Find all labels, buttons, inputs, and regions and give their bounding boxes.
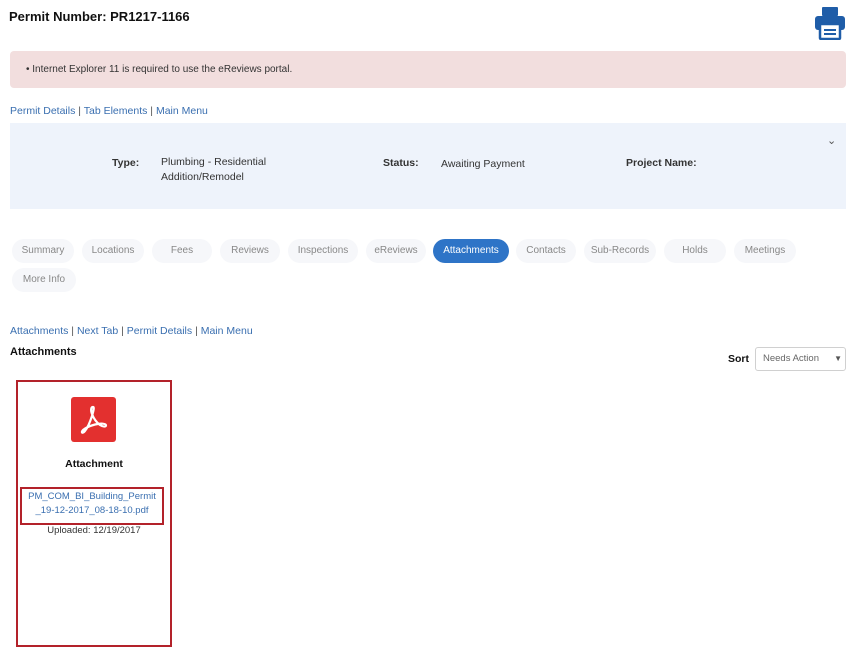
tab-more-info[interactable]: More Info	[12, 268, 76, 292]
type-value: Plumbing - Residential Addition/Remodel	[161, 156, 267, 183]
alert-text: • Internet Explorer 11 is required to us…	[26, 64, 293, 75]
section-heading: Attachments	[10, 346, 77, 358]
page-title: Permit Number: PR1217-1166	[9, 9, 190, 24]
tab-attachments[interactable]: Attachments	[433, 239, 509, 263]
breadcrumb-main-menu[interactable]: Main Menu	[201, 325, 253, 337]
breadcrumb-separator: |	[121, 325, 124, 337]
breadcrumb: Permit Details | Tab Elements | Main Men…	[10, 105, 208, 117]
sort-label: Sort	[728, 353, 749, 365]
breadcrumb-tab-elements[interactable]: Tab Elements	[84, 105, 148, 117]
breadcrumb-separator: |	[150, 105, 154, 117]
pdf-icon[interactable]	[71, 397, 116, 442]
breadcrumb-separator: |	[78, 105, 82, 117]
tab-reviews[interactable]: Reviews	[220, 239, 280, 263]
tab-holds[interactable]: Holds	[664, 239, 726, 263]
breadcrumb-next-tab[interactable]: Next Tab	[77, 325, 118, 337]
breadcrumb-separator: |	[71, 325, 75, 337]
breadcrumb-permit-details[interactable]: Permit Details	[10, 105, 75, 117]
breadcrumb-main-menu[interactable]: Main Menu	[156, 105, 208, 117]
tab-locations[interactable]: Locations	[82, 239, 144, 263]
tab-contacts[interactable]: Contacts	[516, 239, 576, 263]
sort-selected-value: Needs Action	[763, 353, 819, 364]
tab-summary[interactable]: Summary	[12, 239, 74, 263]
attachment-file-link[interactable]: PM_COM_BI_Building_Permit _19-12-2017_08…	[20, 490, 164, 518]
status-label: Status:	[383, 157, 419, 169]
tab-sub-records[interactable]: Sub-Records	[584, 239, 656, 263]
breadcrumb-separator: |	[195, 325, 198, 337]
attachment-upload-date: Uploaded: 12/19/2017	[47, 525, 141, 536]
caret-down-icon: ▼	[834, 354, 842, 363]
tab-meetings[interactable]: Meetings	[734, 239, 796, 263]
tab-fees[interactable]: Fees	[152, 239, 212, 263]
sort-select[interactable]: Needs Action ▼	[755, 347, 846, 371]
project-name-label: Project Name:	[626, 157, 697, 169]
tab-inspections[interactable]: Inspections	[288, 239, 358, 263]
type-label: Type:	[112, 157, 140, 169]
print-icon[interactable]	[814, 6, 846, 40]
attachment-title: Attachment	[65, 458, 123, 470]
chevron-down-icon[interactable]: ⌄	[827, 134, 836, 147]
status-value: Awaiting Payment	[441, 158, 525, 170]
breadcrumb-attachments[interactable]: Attachments	[10, 325, 68, 337]
breadcrumb-permit-details[interactable]: Permit Details	[127, 325, 192, 337]
breadcrumb: Attachments | Next Tab | Permit Details …	[10, 325, 253, 337]
tab-ereviews[interactable]: eReviews	[366, 239, 426, 263]
